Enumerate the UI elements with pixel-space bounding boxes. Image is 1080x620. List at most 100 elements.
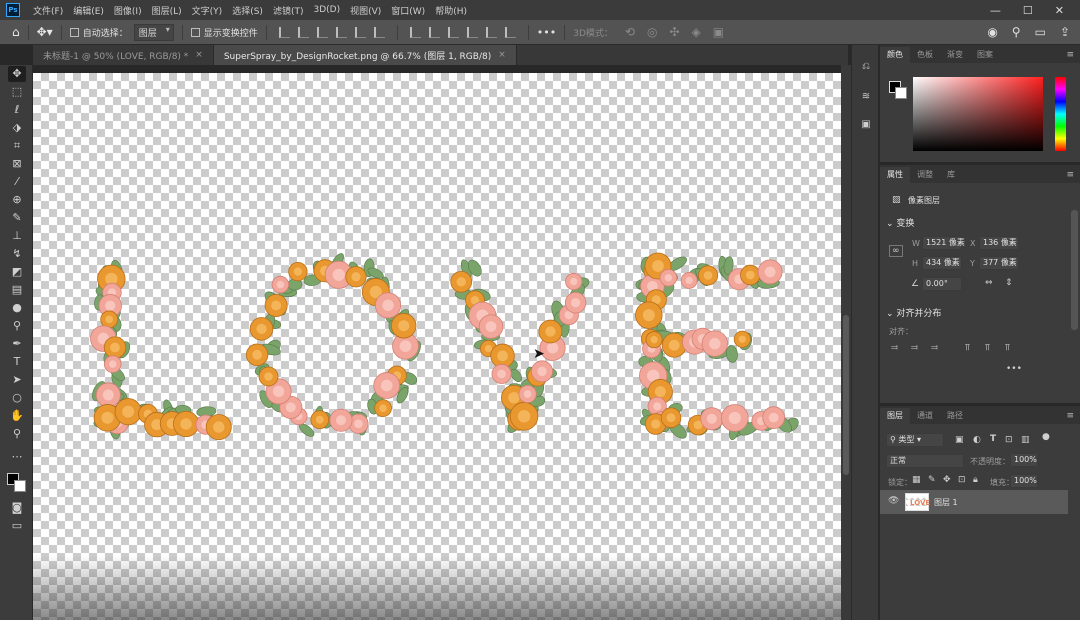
panel-menu-icon[interactable]: ≡ [1066, 47, 1080, 63]
document-canvas[interactable]: ➤ [33, 73, 841, 620]
opacity-input[interactable]: 100% [1010, 453, 1038, 467]
color-picker-field[interactable] [913, 77, 1043, 151]
auto-select-checkbox[interactable] [69, 27, 79, 37]
filter-smart-object-icon[interactable]: ▥ [1021, 435, 1030, 445]
path-select-tool-icon[interactable]: ➤ [8, 372, 26, 388]
3d-drag-icon[interactable]: ✣ [669, 25, 679, 39]
filter-type-icon[interactable]: T [990, 434, 996, 444]
zoom-tool-icon[interactable]: ⚲ [8, 426, 26, 442]
x-position-input[interactable]: 136 像素 [979, 236, 1019, 250]
crop-tool-icon[interactable]: ⌗ [8, 138, 26, 154]
blur-tool-icon[interactable]: ● [8, 300, 26, 316]
move-tool-preset-icon[interactable]: ✥▾ [37, 25, 53, 39]
tab-properties[interactable]: 属性 [880, 167, 910, 183]
layer-row[interactable]: 👁︎ LOVE 图层 1 [880, 490, 1068, 514]
eraser-tool-icon[interactable]: ◩ [8, 264, 26, 280]
transform-section-title[interactable]: ⌄ 变换 [886, 216, 914, 229]
hue-slider[interactable] [1055, 77, 1066, 151]
tab-swatches[interactable]: 色板 [910, 47, 940, 63]
healing-brush-tool-icon[interactable]: ⊕ [8, 192, 26, 208]
filter-pixel-icon[interactable]: ▣ [955, 435, 964, 445]
lock-image-icon[interactable]: ✎ [928, 475, 936, 485]
quick-mask-icon[interactable]: ◙ [8, 500, 26, 516]
layer-name[interactable]: 图层 1 [934, 497, 958, 508]
gradient-tool-icon[interactable]: ▤ [8, 282, 26, 298]
menu-edit[interactable]: 编辑(E) [68, 4, 109, 17]
background-color-swatch[interactable] [14, 480, 26, 492]
menu-layer[interactable]: 图层(L) [147, 4, 187, 17]
tab-adjustments[interactable]: 调整 [910, 167, 940, 183]
frame-tool-icon[interactable]: ⊠ [8, 156, 26, 172]
auto-select-dropdown[interactable]: 图层 [133, 23, 174, 41]
fill-input[interactable]: 100% [1010, 474, 1038, 488]
angle-input[interactable]: 0.00° [922, 277, 962, 291]
lock-all-icon[interactable]: 🔒︎ [973, 475, 978, 485]
close-window-button[interactable]: ✕ [1055, 4, 1064, 17]
show-transform-checkbox[interactable] [190, 27, 200, 37]
panel-menu-icon[interactable]: ≡ [1066, 408, 1080, 424]
height-input[interactable]: 434 像素 [922, 256, 962, 270]
align-top-edges-icon[interactable]: ⫪ [965, 343, 970, 353]
3d-rotate-icon[interactable]: ⟲ [625, 25, 635, 39]
align-bottom-edges-icon[interactable]: ⫪ [1005, 343, 1010, 353]
menu-image[interactable]: 图像(I) [109, 4, 147, 17]
align-right-edges-icon[interactable]: ⫤ [931, 343, 938, 353]
y-position-input[interactable]: 377 像素 [979, 256, 1019, 270]
image-panel-icon[interactable]: ▣ [859, 119, 873, 133]
menu-view[interactable]: 视图(V) [345, 4, 386, 17]
type-tool-icon[interactable]: T [8, 354, 26, 370]
flip-horizontal-icon[interactable]: ⇔ [985, 278, 993, 288]
screen-mode-icon[interactable]: ▭ [8, 518, 26, 534]
filter-shape-icon[interactable]: ⊡ [1005, 435, 1013, 445]
align-middle-icon[interactable] [354, 26, 366, 38]
layer-thumbnail[interactable]: LOVE [905, 493, 930, 511]
lock-position-icon[interactable]: ✥ [943, 475, 951, 485]
search-icon[interactable]: ⚲ [1012, 25, 1021, 39]
align-section-title[interactable]: ⌄ 对齐并分布 [886, 306, 941, 319]
lock-artboard-icon[interactable]: ⊡ [958, 475, 966, 485]
3d-slide-icon[interactable]: ◈ [692, 25, 701, 39]
distribute-bottom-icon[interactable] [447, 26, 459, 38]
align-top-icon[interactable] [335, 26, 347, 38]
background-color-swatch[interactable] [895, 87, 907, 99]
eyedropper-tool-icon[interactable]: ⁄ [8, 174, 26, 190]
tab-untitled-document[interactable]: 未标题-1 @ 50% (LOVE, RGB/8) * × [33, 45, 214, 65]
filter-toggle-icon[interactable]: ● [1042, 432, 1050, 442]
panel-menu-icon[interactable]: ≡ [1066, 167, 1080, 183]
layer-filter-dropdown[interactable]: ⚲ 类型 ▾ [886, 433, 944, 447]
tab-superspray-document[interactable]: SuperSpray_by_DesignRocket.png @ 66.7% (… [213, 45, 517, 65]
pen-tool-icon[interactable]: ✒ [8, 336, 26, 352]
tab-channels[interactable]: 通道 [910, 408, 940, 424]
align-left-edges-icon[interactable]: ⫤ [891, 343, 898, 353]
scrollbar-thumb[interactable] [843, 315, 849, 475]
menu-file[interactable]: 文件(F) [28, 4, 68, 17]
minimize-button[interactable]: — [990, 4, 1001, 17]
align-bottom-icon[interactable] [373, 26, 385, 38]
link-dimensions-icon[interactable]: ∞ [889, 245, 903, 257]
align-h-centers-icon[interactable]: ⫤ [911, 343, 918, 353]
properties-scrollbar[interactable] [1071, 210, 1078, 330]
menu-help[interactable]: 帮助(H) [430, 4, 472, 17]
distribute-middle-icon[interactable] [428, 26, 440, 38]
hand-tool-icon[interactable]: ✋ [8, 408, 26, 424]
menu-select[interactable]: 选择(S) [227, 4, 268, 17]
distribute-top-icon[interactable] [409, 26, 421, 38]
tab-gradients[interactable]: 渐变 [940, 47, 970, 63]
more-align-options[interactable]: ••• [1006, 364, 1022, 374]
workspace-icon[interactable]: ▭ [1035, 25, 1046, 39]
object-select-tool-icon[interactable]: ⬗ [8, 120, 26, 136]
love-floral-artwork[interactable]: ➤ [33, 73, 841, 620]
tab-paths[interactable]: 路径 [940, 408, 970, 424]
home-icon[interactable]: ⌂ [12, 25, 20, 39]
flip-vertical-icon[interactable]: ⇕ [1005, 278, 1013, 288]
dodge-tool-icon[interactable]: ⚲ [8, 318, 26, 334]
width-input[interactable]: 1521 像素 [922, 236, 965, 250]
tab-patterns[interactable]: 图案 [970, 47, 1000, 63]
more-options-button[interactable]: ••• [537, 26, 556, 39]
distribute-left-icon[interactable] [466, 26, 478, 38]
3d-roll-icon[interactable]: ◎ [647, 25, 657, 39]
lock-transparent-icon[interactable]: ▦ [912, 475, 921, 485]
tab-layers[interactable]: 图层 [880, 408, 910, 424]
move-tool-icon[interactable]: ✥ [8, 66, 26, 82]
align-left-icon[interactable] [278, 26, 290, 38]
